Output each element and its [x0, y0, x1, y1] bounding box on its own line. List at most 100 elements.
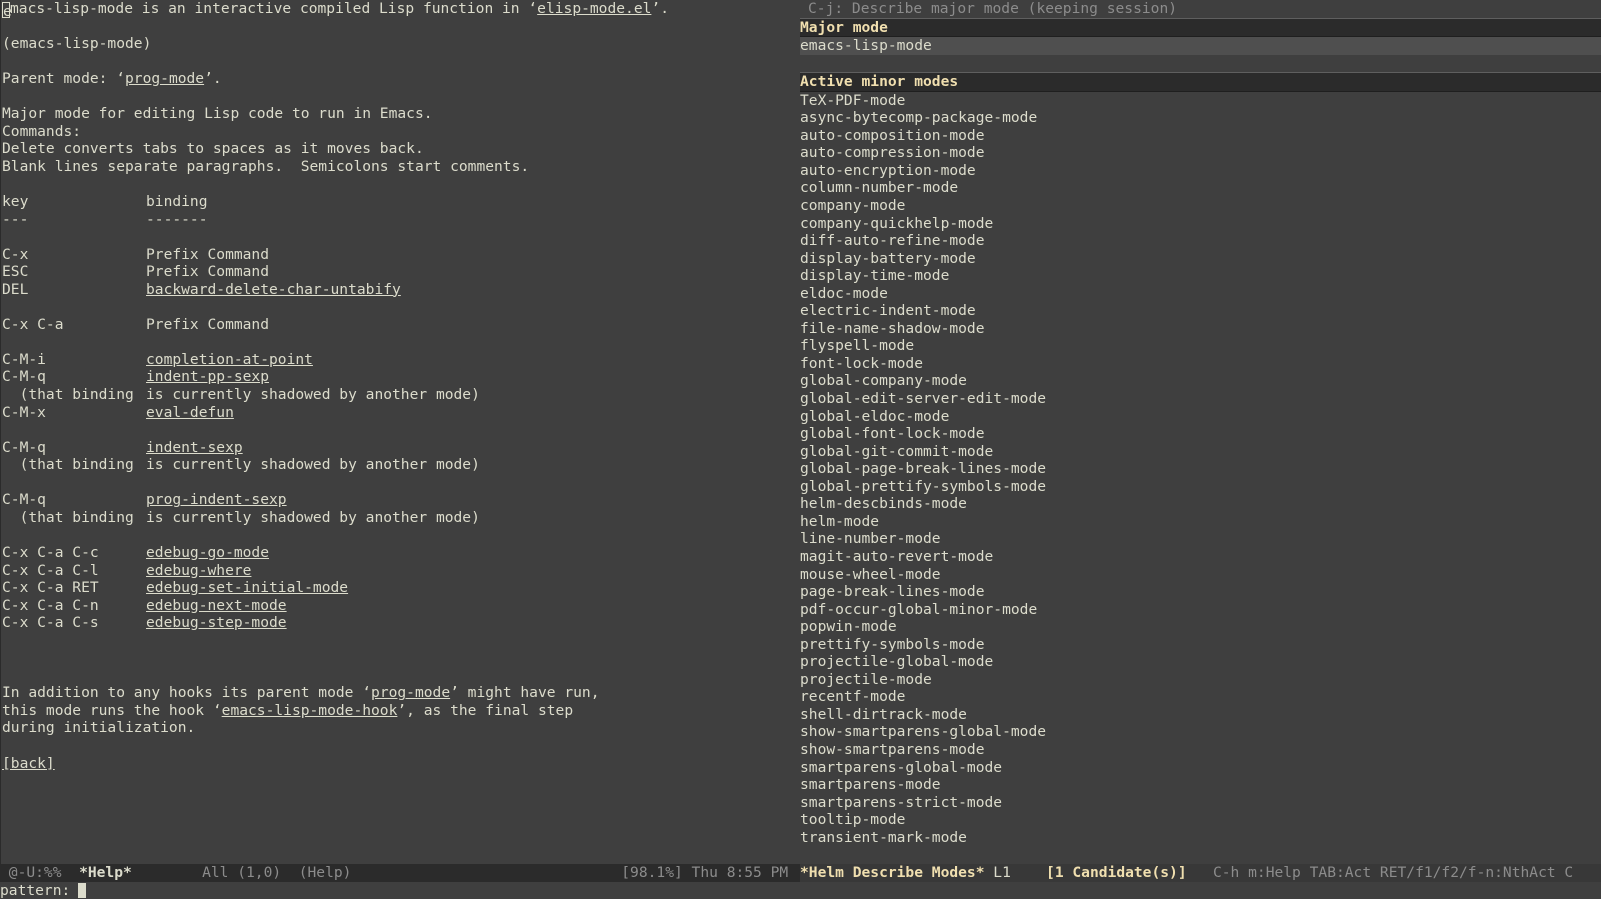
minor-mode-candidate[interactable]: diff-auto-refine-mode: [800, 232, 1601, 250]
minor-mode-candidate[interactable]: electric-indent-mode: [800, 302, 1601, 320]
parent-mode-line: Parent mode: ‘prog-mode’.: [2, 70, 222, 88]
minor-mode-candidate[interactable]: global-company-mode: [800, 372, 1601, 390]
description-line: Blank lines separate paragraphs. Semicol…: [2, 157, 530, 175]
major-mode-candidate[interactable]: emacs-lisp-mode: [800, 37, 1601, 55]
shadow-note: (that binding is currently shadowed by an…: [2, 508, 480, 526]
prog-mode-link[interactable]: prog-mode: [125, 70, 204, 88]
minor-mode-candidate[interactable]: global-font-lock-mode: [800, 425, 1601, 443]
keymap-row: C-x C-a C-s edebug-step-mode: [2, 614, 287, 632]
minor-mode-candidate[interactable]: transient-mark-mode: [800, 829, 1601, 847]
minor-mode-candidate[interactable]: shell-dirtrack-mode: [800, 706, 1601, 724]
helm-mode-line: *Helm Describe Modes* L1 [1 Candidate(s)…: [800, 864, 1601, 882]
hooks-line: during initialization.: [2, 719, 196, 737]
shadow-note: (that binding is currently shadowed by an…: [2, 456, 480, 474]
minor-mode-candidate[interactable]: auto-composition-mode: [800, 127, 1601, 145]
keymap-row: C-M-q indent-pp-sexp: [2, 368, 270, 386]
minor-mode-candidate[interactable]: column-number-mode: [800, 179, 1601, 197]
binding-link[interactable]: eval-defun: [146, 404, 234, 422]
minor-mode-candidate[interactable]: global-page-break-lines-mode: [800, 460, 1601, 478]
minor-modes-list: TeX-PDF-mode async-bytecomp-package-mode a…: [800, 92, 1601, 847]
elisp-mode-file-link[interactable]: elisp-mode.el: [537, 0, 651, 18]
minor-mode-candidate[interactable]: popwin-mode: [800, 618, 1601, 636]
minor-mode-candidate[interactable]: flyspell-mode: [800, 337, 1601, 355]
keymap-row: C-M-q prog-indent-sexp: [2, 491, 287, 509]
keymap-row: C-x C-a RET edebug-set-initial-mode: [2, 579, 349, 597]
minor-mode-candidate[interactable]: company-mode: [800, 197, 1601, 215]
minor-mode-candidate[interactable]: auto-encryption-mode: [800, 162, 1601, 180]
keymap-row: C-M-x eval-defun: [2, 403, 234, 422]
help-buffer[interactable]: emacs-lisp-mode is an interactive compil…: [0, 0, 797, 864]
minor-mode-candidate[interactable]: smartparens-mode: [800, 776, 1601, 794]
binding-link[interactable]: edebug-next-mode: [146, 597, 287, 615]
minor-mode-candidate[interactable]: mouse-wheel-mode: [800, 566, 1601, 584]
keymap-row: C-x C-a C-n edebug-next-mode: [2, 596, 287, 615]
keymap-row: C-x C-a C-l edebug-where: [2, 561, 252, 580]
shadow-note: (that binding is currently shadowed by an…: [2, 386, 480, 404]
binding-link[interactable]: edebug-where: [146, 562, 251, 580]
helm-buffer[interactable]: C-j: Describe major mode (keeping sessio…: [800, 0, 1601, 864]
keymap-table-header: key binding: [2, 193, 208, 211]
minor-mode-candidate[interactable]: projectile-global-mode: [800, 653, 1601, 671]
minor-mode-candidate[interactable]: TeX-PDF-mode: [800, 92, 1601, 110]
binding-link[interactable]: indent-pp-sexp: [146, 368, 269, 386]
pattern-prompt: pattern:: [0, 882, 71, 899]
minor-mode-candidate[interactable]: projectile-mode: [800, 671, 1601, 689]
binding-link[interactable]: prog-indent-sexp: [146, 491, 287, 509]
keymap-row: C-M-i completion-at-point: [2, 350, 313, 369]
minor-mode-candidate[interactable]: smartparens-global-mode: [800, 759, 1601, 777]
minor-mode-candidate[interactable]: auto-compression-mode: [800, 144, 1601, 162]
buffer-position: All (1,0) (Help): [131, 864, 352, 881]
description-line: Delete converts tabs to spaces as it mov…: [2, 140, 424, 158]
minor-modes-section: Active minor modes: [800, 72, 1601, 92]
minor-mode-candidate[interactable]: display-battery-mode: [800, 250, 1601, 268]
minor-mode-candidate[interactable]: global-edit-server-edit-mode: [800, 390, 1601, 408]
minor-mode-candidate[interactable]: helm-descbinds-mode: [800, 495, 1601, 513]
binding-link[interactable]: backward-delete-char-untabify: [146, 281, 401, 299]
minor-mode-candidate[interactable]: global-git-commit-mode: [800, 443, 1601, 461]
binding-link[interactable]: completion-at-point: [146, 351, 313, 369]
help-mode-line: @-U:%% *Help* All (1,0) (Help) [98.1%] Th…: [0, 864, 797, 882]
minor-mode-candidate[interactable]: smartparens-strict-mode: [800, 794, 1601, 812]
description-line: Major mode for editing Lisp code to run …: [2, 105, 433, 123]
keymap-row: C-x Prefix Command: [2, 245, 270, 263]
minor-mode-candidate[interactable]: show-smartparens-global-mode: [800, 723, 1601, 741]
keymap-row: C-M-q indent-sexp: [2, 438, 243, 457]
function-signature: (emacs-lisp-mode): [2, 35, 152, 53]
minor-mode-candidate[interactable]: page-break-lines-mode: [800, 583, 1601, 601]
battery-time: [98.1%] Thu 8:55 PM: [621, 864, 797, 881]
minor-mode-candidate[interactable]: file-name-shadow-mode: [800, 320, 1601, 338]
text-cursor: e: [2, 2, 12, 18]
minor-mode-candidate[interactable]: show-smartparens-mode: [800, 741, 1601, 759]
minor-mode-candidate[interactable]: async-bytecomp-package-mode: [800, 109, 1601, 127]
binding-link[interactable]: edebug-step-mode: [146, 614, 287, 632]
minor-mode-candidate[interactable]: tooltip-mode: [800, 811, 1601, 829]
minor-mode-candidate[interactable]: eldoc-mode: [800, 285, 1601, 303]
minor-mode-candidate[interactable]: pdf-occur-global-minor-mode: [800, 601, 1601, 619]
minor-mode-candidate[interactable]: global-eldoc-mode: [800, 408, 1601, 426]
keymap-table-rule: --- -------: [2, 210, 208, 228]
minor-mode-candidate[interactable]: helm-mode: [800, 513, 1601, 531]
minor-mode-candidate[interactable]: display-time-mode: [800, 267, 1601, 285]
prog-mode-link[interactable]: prog-mode: [371, 684, 450, 702]
keymap-row: ESC Prefix Command: [2, 263, 270, 281]
minibuffer-cursor[interactable]: [78, 883, 87, 898]
minibuffer[interactable]: pattern:: [0, 882, 1601, 899]
minor-mode-candidate[interactable]: global-prettify-symbols-mode: [800, 478, 1601, 496]
mode-line: @-U:%% *Help* All (1,0) (Help) [98.1%] Th…: [0, 864, 1601, 882]
minor-mode-candidate[interactable]: magit-auto-revert-mode: [800, 548, 1601, 566]
back-button[interactable]: [back]: [2, 755, 55, 773]
helm-keys-help: C-h m:Help TAB:Act RET/f1/f2/f-n:NthAct …: [1186, 864, 1574, 881]
keymap-row: C-x C-a Prefix Command: [2, 315, 270, 333]
minor-mode-candidate[interactable]: company-quickhelp-mode: [800, 215, 1601, 233]
minor-mode-candidate[interactable]: line-number-mode: [800, 530, 1601, 548]
helm-buffer-name[interactable]: *Helm Describe Modes*: [800, 864, 985, 881]
minor-mode-candidate[interactable]: prettify-symbols-mode: [800, 636, 1601, 654]
minor-mode-candidate[interactable]: font-lock-mode: [800, 355, 1601, 373]
binding-link[interactable]: edebug-go-mode: [146, 544, 269, 562]
emacs-lisp-mode-hook-link[interactable]: emacs-lisp-mode-hook: [222, 702, 398, 720]
buffer-name[interactable]: *Help*: [79, 864, 132, 881]
binding-link[interactable]: indent-sexp: [146, 439, 243, 457]
helm-header: C-j: Describe major mode (keeping sessio…: [808, 0, 1178, 17]
binding-link[interactable]: edebug-set-initial-mode: [146, 579, 348, 597]
minor-mode-candidate[interactable]: recentf-mode: [800, 688, 1601, 706]
